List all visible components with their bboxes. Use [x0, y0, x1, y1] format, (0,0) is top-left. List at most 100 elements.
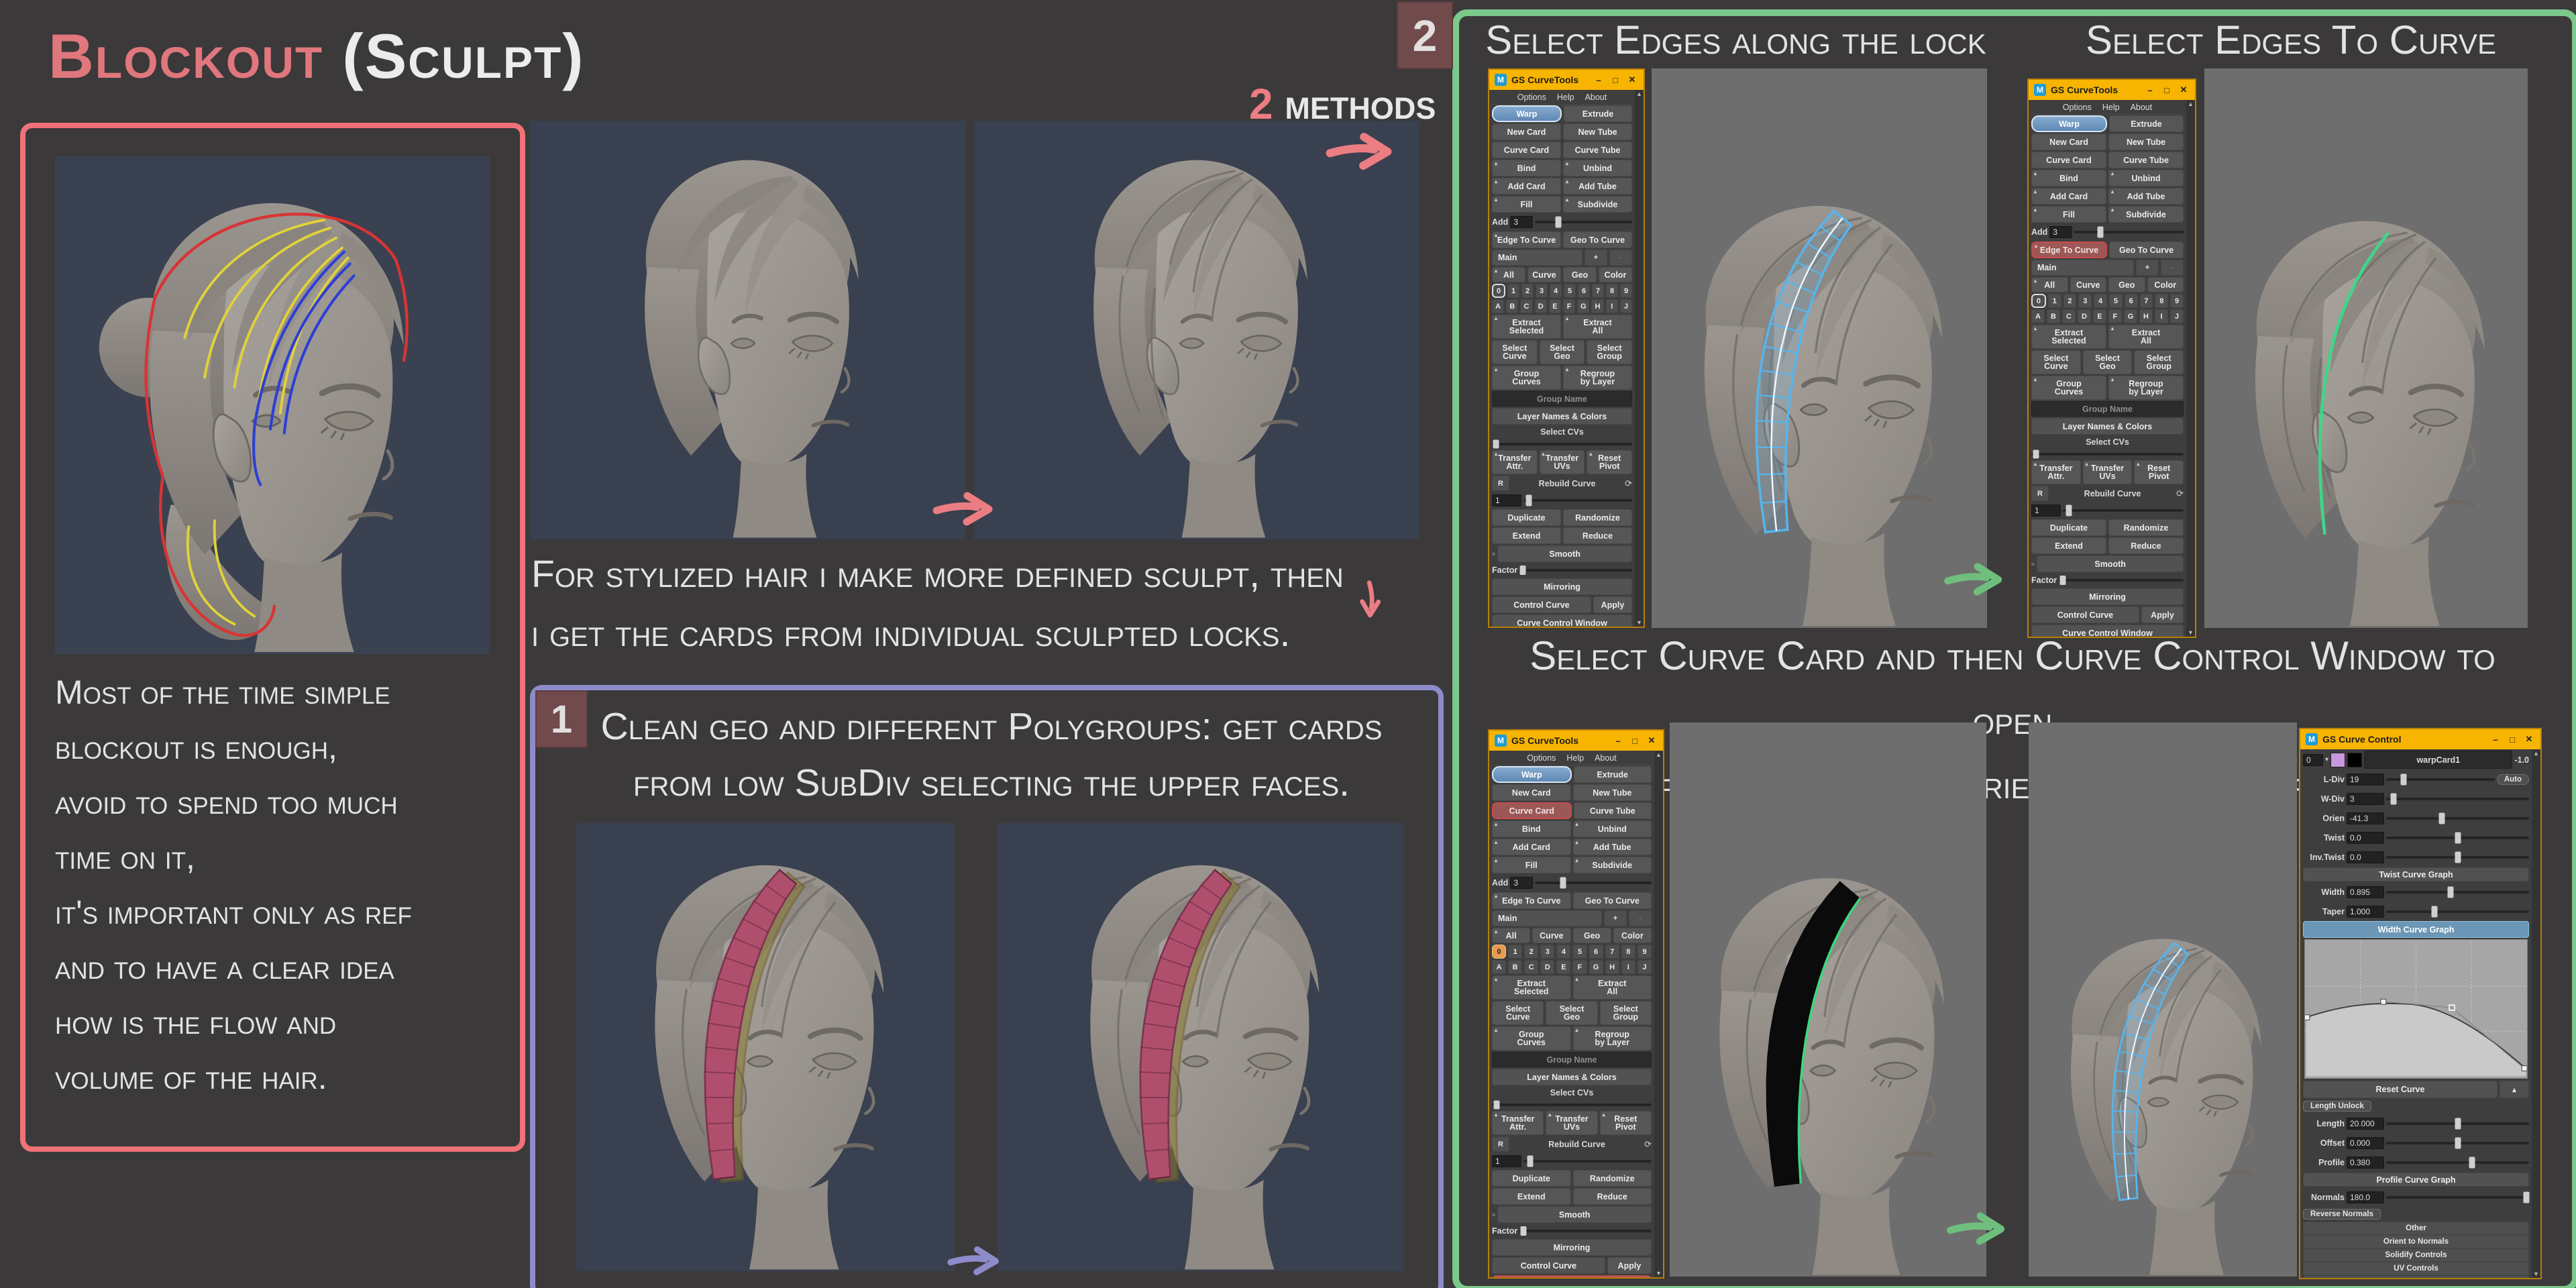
- transfer-attr-button[interactable]: Transfer Attr.: [1492, 1111, 1544, 1135]
- scrollbar[interactable]: ▲▼: [2532, 749, 2540, 1278]
- group-slot-b[interactable]: B: [1508, 960, 1522, 974]
- control-curve-button[interactable]: Control Curve: [1492, 596, 1591, 613]
- group-slot-7[interactable]: 7: [1592, 284, 1604, 298]
- mirroring-button[interactable]: Mirroring: [2031, 588, 2184, 605]
- group-slot-g[interactable]: G: [1589, 960, 1603, 974]
- regroup-by-layer-button[interactable]: Regroup by Layer: [1573, 1026, 1652, 1051]
- warp-button[interactable]: Warp: [1492, 105, 1562, 122]
- unbind-button[interactable]: Unbind: [1573, 820, 1652, 837]
- curve-button[interactable]: Curve: [2070, 277, 2107, 292]
- auto-button[interactable]: Auto: [2497, 774, 2529, 785]
- group-slot-1[interactable]: 1: [2048, 294, 2061, 308]
- width-slider[interactable]: [2386, 891, 2529, 894]
- reset-pivot-button[interactable]: Reset Pivot: [2134, 460, 2184, 484]
- layer-main[interactable]: Main: [1492, 250, 1582, 266]
- profile-slider[interactable]: [2386, 1161, 2529, 1164]
- color-button[interactable]: Color: [1599, 267, 1632, 282]
- layer-names-colors-button[interactable]: Layer Names & Colors: [1492, 408, 1632, 425]
- curve-tube-button[interactable]: Curve Tube: [1563, 142, 1632, 158]
- twist-value[interactable]: 0.0: [2347, 832, 2384, 844]
- control-curve-button[interactable]: Control Curve: [2031, 606, 2139, 623]
- group-slot-5[interactable]: 5: [1572, 945, 1587, 959]
- select-group-button[interactable]: Select Group: [1587, 340, 1632, 364]
- close-icon[interactable]: ✕: [1626, 74, 1638, 85]
- remove-layer-button[interactable]: -: [1609, 250, 1632, 266]
- reset-pivot-button[interactable]: Reset Pivot: [1600, 1111, 1652, 1135]
- l-div-slider[interactable]: [2386, 778, 2495, 781]
- group-slot-1[interactable]: 1: [1507, 284, 1519, 298]
- factor-slider[interactable]: [2059, 579, 2184, 582]
- remove-layer-button[interactable]: -: [1629, 910, 1652, 926]
- group-slot-3[interactable]: 3: [1540, 945, 1554, 959]
- group-slot-a[interactable]: A: [1492, 299, 1504, 313]
- select-group-button[interactable]: Select Group: [2134, 350, 2184, 374]
- randomize-button[interactable]: Randomize: [1573, 1170, 1652, 1187]
- control-curve-button[interactable]: Control Curve: [1492, 1257, 1605, 1274]
- close-icon[interactable]: ✕: [2523, 734, 2535, 745]
- extend-button[interactable]: Extend: [2031, 537, 2106, 554]
- extrude-button[interactable]: Extrude: [1564, 105, 1632, 122]
- normals-slider[interactable]: [2386, 1196, 2529, 1199]
- scrollbar[interactable]: ▲▼: [1654, 751, 1663, 1277]
- reduce-button[interactable]: Reduce: [2108, 537, 2184, 554]
- window-titlebar[interactable]: M GS CurveTools – □ ✕: [2029, 80, 2195, 100]
- menu-bar[interactable]: OptionsHelpAbout: [1491, 91, 1633, 105]
- rebuild-r-button[interactable]: R: [1492, 476, 1509, 491]
- close-icon[interactable]: ✕: [2178, 85, 2190, 95]
- select-geo-button[interactable]: Select Geo: [1546, 1001, 1597, 1025]
- normals-value[interactable]: 180.0: [2347, 1191, 2384, 1203]
- group-slot-6[interactable]: 6: [1578, 284, 1590, 298]
- group-slot-f[interactable]: F: [2108, 309, 2122, 323]
- warp-button[interactable]: Warp: [2031, 115, 2107, 132]
- combo-arrow-icon[interactable]: ▾: [2325, 756, 2328, 763]
- group-slot-c[interactable]: C: [2062, 309, 2076, 323]
- add-layer-button[interactable]: +: [1604, 910, 1627, 926]
- mirroring-button[interactable]: Mirroring: [1492, 1239, 1652, 1256]
- select-cvs-slider[interactable]: [1492, 443, 1632, 445]
- add-card-button[interactable]: Add Card: [1492, 839, 1571, 855]
- color-button[interactable]: Color: [2147, 277, 2184, 292]
- group-slot-a[interactable]: A: [1492, 960, 1506, 974]
- new-card-button[interactable]: New Card: [2031, 133, 2106, 150]
- offset-slider[interactable]: [2386, 1142, 2529, 1144]
- bind-button[interactable]: Bind: [1492, 160, 1561, 176]
- group-slot-0[interactable]: 0: [1492, 284, 1505, 298]
- refresh-icon[interactable]: ⟳: [1625, 478, 1632, 489]
- taper-slider[interactable]: [2386, 910, 2529, 913]
- add-slider[interactable]: [2074, 231, 2184, 233]
- minimize-icon[interactable]: –: [2144, 85, 2156, 95]
- extract-all-button[interactable]: Extract All: [2108, 325, 2184, 349]
- transfer-attr-button[interactable]: Transfer Attr.: [1492, 450, 1538, 474]
- menu-help[interactable]: Help: [1566, 753, 1584, 763]
- reduce-button[interactable]: Reduce: [1563, 527, 1632, 544]
- menu-help[interactable]: Help: [2102, 103, 2120, 112]
- warp-button[interactable]: Warp: [1492, 766, 1572, 783]
- add-tube-button[interactable]: Add Tube: [1573, 839, 1652, 855]
- group-slot-g[interactable]: G: [2124, 309, 2137, 323]
- menu-options[interactable]: Options: [2063, 103, 2092, 112]
- edge-to-curve-button[interactable]: Edge To Curve: [1492, 231, 1561, 248]
- select-geo-button[interactable]: Select Geo: [1540, 340, 1585, 364]
- group-slot-2[interactable]: 2: [1521, 284, 1534, 298]
- geo-button[interactable]: Geo: [1573, 928, 1611, 943]
- extract-selected-button[interactable]: Extract Selected: [1492, 975, 1571, 1000]
- twist-slider[interactable]: [2386, 837, 2529, 839]
- smooth-options-icon[interactable]: ≡: [2031, 561, 2035, 568]
- add-card-button[interactable]: Add Card: [1492, 178, 1561, 195]
- extract-all-button[interactable]: Extract All: [1563, 315, 1632, 339]
- width-value[interactable]: 0.895: [2347, 886, 2384, 898]
- add-slider[interactable]: [1535, 221, 1632, 223]
- taper-value[interactable]: 1.000: [2347, 906, 2384, 918]
- group-slot-i[interactable]: I: [2155, 309, 2168, 323]
- maximize-icon[interactable]: □: [2161, 85, 2173, 95]
- regroup-by-layer-button[interactable]: Regroup by Layer: [1563, 366, 1632, 390]
- randomize-button[interactable]: Randomize: [2108, 519, 2184, 536]
- menu-bar[interactable]: OptionsHelpAbout: [1491, 751, 1653, 765]
- card-name-field[interactable]: warpCard1: [2364, 751, 2512, 769]
- extract-selected-button[interactable]: Extract Selected: [2031, 325, 2106, 349]
- extrude-button[interactable]: Extrude: [1574, 766, 1652, 783]
- geo-to-curve-button[interactable]: Geo To Curve: [1563, 231, 1632, 248]
- subdivide-button[interactable]: Subdivide: [1563, 196, 1632, 213]
- menu-bar[interactable]: OptionsHelpAbout: [2030, 101, 2185, 115]
- extend-button[interactable]: Extend: [1492, 1188, 1571, 1205]
